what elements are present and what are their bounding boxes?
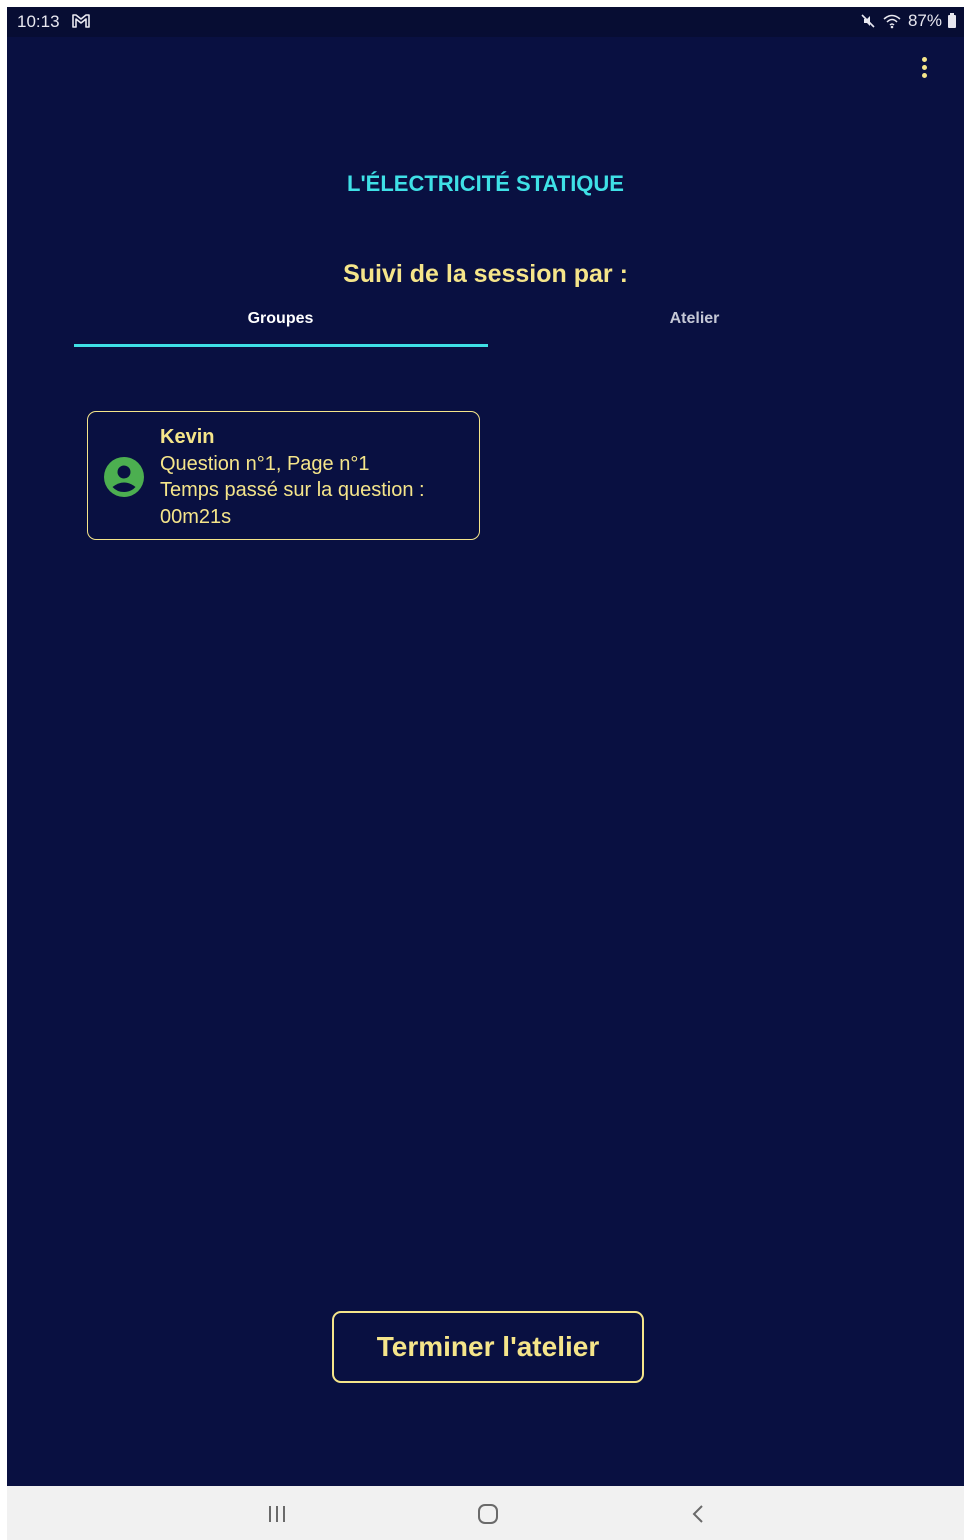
more-vert-icon	[921, 56, 927, 62]
recents-icon	[269, 1506, 285, 1522]
group-card-text: Kevin Question n°1, Page n°1 Temps passé…	[160, 424, 425, 530]
recent-apps-button[interactable]	[247, 1486, 307, 1540]
tab-atelier-label: Atelier	[669, 310, 720, 327]
mute-icon	[861, 14, 875, 28]
group-question: Question n°1, Page n°1	[160, 452, 370, 475]
tab-groupes-label: Groupes	[247, 310, 314, 327]
back-button[interactable]	[668, 1486, 728, 1540]
tab-indicator	[74, 344, 488, 347]
finish-workshop-button[interactable]: Terminer l'atelier	[332, 1311, 644, 1383]
status-icons: 87%	[860, 11, 956, 31]
status-bar: 10:13 87%	[7, 7, 964, 37]
system-nav-bar	[7, 1486, 964, 1540]
overflow-menu-button[interactable]	[914, 53, 934, 81]
back-icon	[692, 1505, 703, 1523]
more-vert-dot	[921, 64, 927, 70]
group-time-label: Temps passé sur la question :	[160, 479, 425, 501]
battery-percent: 87%	[907, 11, 942, 30]
group-card[interactable]: Kevin Question n°1, Page n°1 Temps passé…	[87, 411, 480, 540]
home-icon	[478, 1504, 498, 1524]
group-name: Kevin	[160, 426, 215, 448]
group-time-value: 00m21s	[160, 505, 232, 528]
app-screen: 10:13 87% L'ÉLECTRICITÉ STATIQUE Suivi d…	[7, 7, 964, 1540]
page-title: L'ÉLECTRICITÉ STATIQUE	[347, 171, 624, 196]
battery-icon	[948, 12, 956, 28]
status-time: 10:13	[17, 12, 60, 31]
more-vert-dot	[921, 72, 927, 78]
tab-atelier[interactable]: Atelier	[488, 305, 901, 349]
home-button[interactable]	[458, 1486, 518, 1540]
gmail-icon	[72, 14, 90, 28]
account-circle-icon	[104, 457, 144, 497]
tab-bar: Groupes Atelier	[74, 305, 901, 349]
tab-groupes[interactable]: Groupes	[74, 305, 487, 349]
section-subtitle: Suivi de la session par :	[343, 260, 628, 288]
wifi-icon	[883, 14, 901, 29]
